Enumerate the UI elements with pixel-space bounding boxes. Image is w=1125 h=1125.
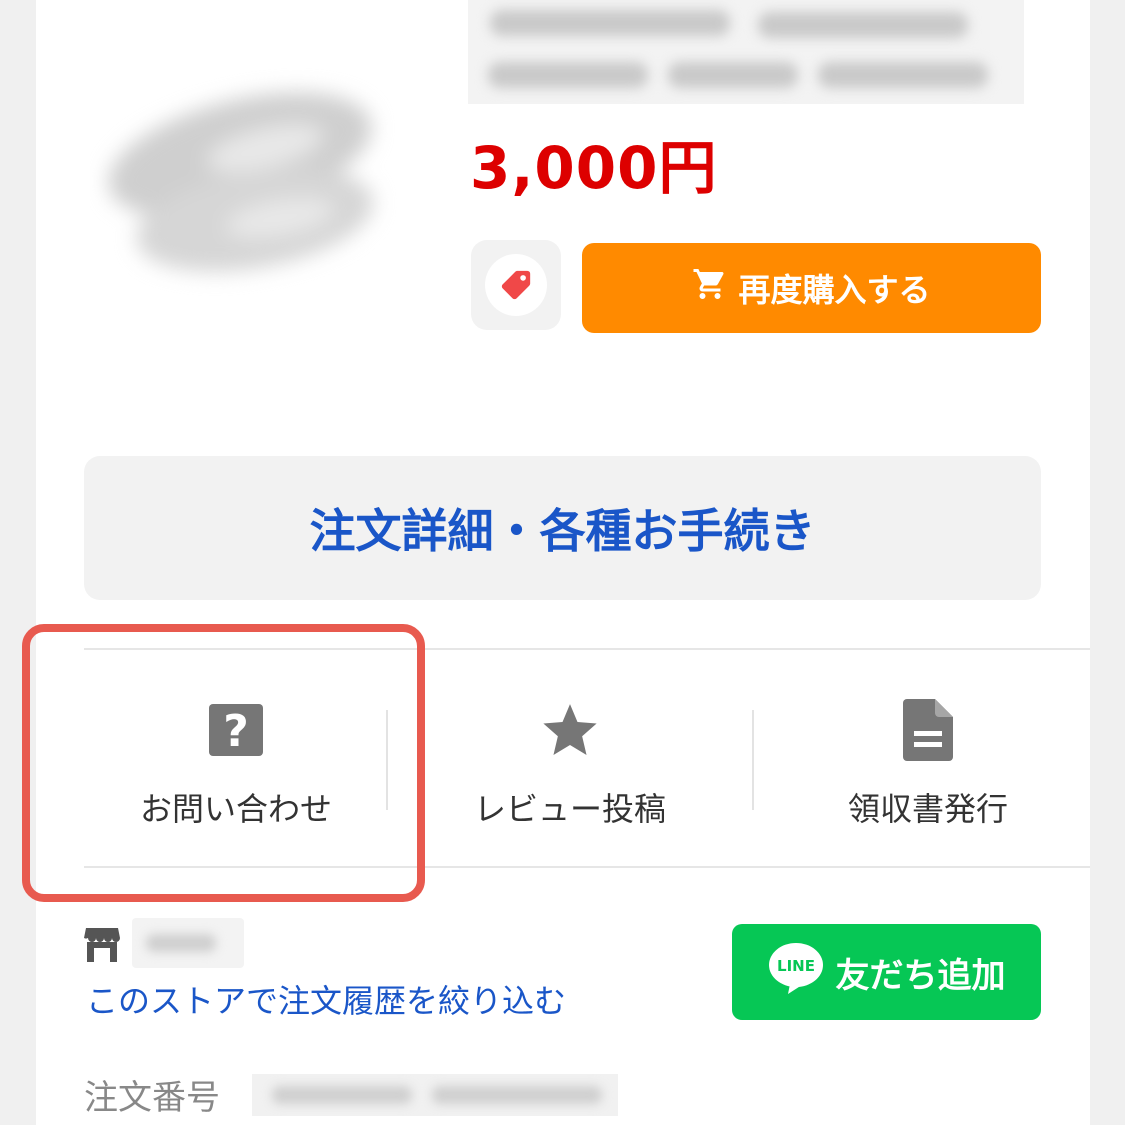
inquiry-label: お問い合わせ [139,790,332,828]
svg-text:LINE: LINE [777,957,815,975]
star-icon [539,698,601,762]
question-icon: ? [208,698,264,762]
order-number-label: 注文番号 [84,1078,220,1118]
order-details-label: 注文詳細・各種お手続き [309,504,816,558]
rebuy-button-label: 再度購入する [738,271,931,309]
review-button[interactable]: レビュー投稿 [388,650,752,868]
inquiry-button[interactable]: ? お問い合わせ [84,650,388,868]
line-logo-icon: LINE [768,942,824,1003]
receipt-label: 領収書発行 [847,790,1008,828]
order-details-button[interactable]: 注文詳細・各種お手続き [84,456,1041,600]
action-row: ? お問い合わせ レビュー投稿 領収書発行 [84,650,1090,868]
product-title[interactable] [468,0,1024,104]
store-filter-link[interactable]: このストアで注文履歴を絞り込む [86,978,566,1024]
product-price: 3,000円 [470,134,718,202]
product-image[interactable] [90,40,410,310]
receipt-button[interactable]: 領収書発行 [754,650,1102,868]
line-add-friend-label: 友だち追加 [835,955,1006,996]
coupon-tag-icon [485,254,547,316]
coupon-button[interactable] [471,240,561,330]
line-add-friend-button[interactable]: LINE 友だち追加 [732,924,1041,1020]
store-name[interactable] [132,918,244,968]
order-number-value [252,1074,618,1116]
review-label: レビュー投稿 [473,790,666,828]
rebuy-button[interactable]: 再度購入する [582,243,1041,333]
document-icon [903,698,953,762]
store-icon [84,928,120,966]
cart-icon [692,266,728,310]
svg-text:?: ? [223,706,249,757]
